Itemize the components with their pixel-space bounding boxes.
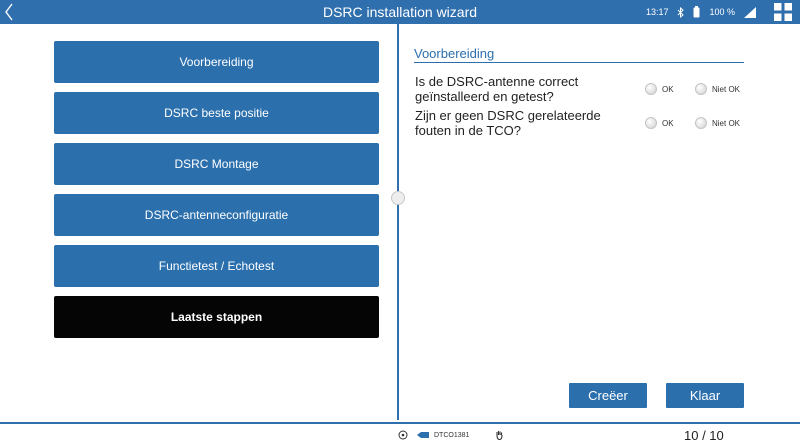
battery-icon: [693, 6, 700, 18]
section-underline: [414, 62, 744, 63]
done-button[interactable]: Klaar: [666, 383, 744, 408]
grid-icon: [774, 3, 792, 21]
hand-icon: [496, 431, 503, 440]
radio-label: OK: [662, 84, 674, 94]
step-laatste-stappen[interactable]: Laatste stappen: [54, 296, 379, 338]
page-indicator: 10 / 10: [684, 428, 724, 443]
step-label: Laatste stappen: [170, 310, 263, 324]
settings-icon: [398, 430, 408, 440]
radio-q1-niet-ok[interactable]: Niet OK: [695, 83, 740, 95]
step-label: DSRC Montage: [174, 157, 259, 171]
title-bar: DSRC installation wizard 13:17 100 %: [0, 0, 800, 24]
signal-icon: [744, 6, 756, 18]
bluetooth-icon: [678, 6, 685, 18]
radio-label: Niet OK: [712, 118, 741, 128]
battery-level: 100 %: [709, 7, 735, 17]
device-connection-icon: [417, 432, 429, 438]
chevron-left-icon: [5, 3, 13, 21]
apps-menu-button[interactable]: [772, 2, 794, 22]
step-label: Functietest / Echotest: [158, 259, 275, 273]
step-label: Voorbereiding: [179, 55, 254, 69]
step-functietest-echotest[interactable]: Functietest / Echotest: [54, 245, 379, 287]
radio-circle: [645, 117, 657, 129]
radio-label: Niet OK: [712, 84, 741, 94]
splitter-handle[interactable]: [391, 191, 405, 205]
device-id: DTCO1381: [434, 432, 470, 439]
step-label: DSRC-antenneconfiguratie: [144, 208, 289, 222]
panel-divider: [397, 24, 399, 420]
radio-q1-ok[interactable]: OK: [645, 83, 674, 95]
status-area: 13:17 100 %: [646, 0, 756, 24]
radio-q2-niet-ok[interactable]: Niet OK: [695, 117, 740, 129]
back-button[interactable]: [0, 0, 18, 24]
radio-q2-ok[interactable]: OK: [645, 117, 674, 129]
section-title: Voorbereiding: [414, 46, 495, 61]
radio-label: OK: [662, 118, 674, 128]
step-voorbereiding[interactable]: Voorbereiding: [54, 41, 379, 83]
radio-circle: [695, 117, 707, 129]
radio-circle: [695, 83, 707, 95]
question-antenna-installed: Is de DSRC-antenne correct geïnstalleerd…: [415, 74, 579, 104]
question-no-dsrc-errors: Zijn er geen DSRC gerelateerde fouten in…: [415, 108, 601, 138]
step-label: DSRC beste positie: [164, 106, 269, 120]
radio-circle: [645, 83, 657, 95]
step-dsrc-antenneconfiguratie[interactable]: DSRC-antenneconfiguratie: [54, 194, 379, 236]
create-button[interactable]: Creëer: [569, 383, 647, 408]
clock: 13:17: [645, 7, 669, 17]
step-dsrc-beste-positie[interactable]: DSRC beste positie: [54, 92, 379, 134]
step-dsrc-montage[interactable]: DSRC Montage: [54, 143, 379, 185]
status-footer: DTCO1381 10 / 10: [0, 424, 800, 448]
